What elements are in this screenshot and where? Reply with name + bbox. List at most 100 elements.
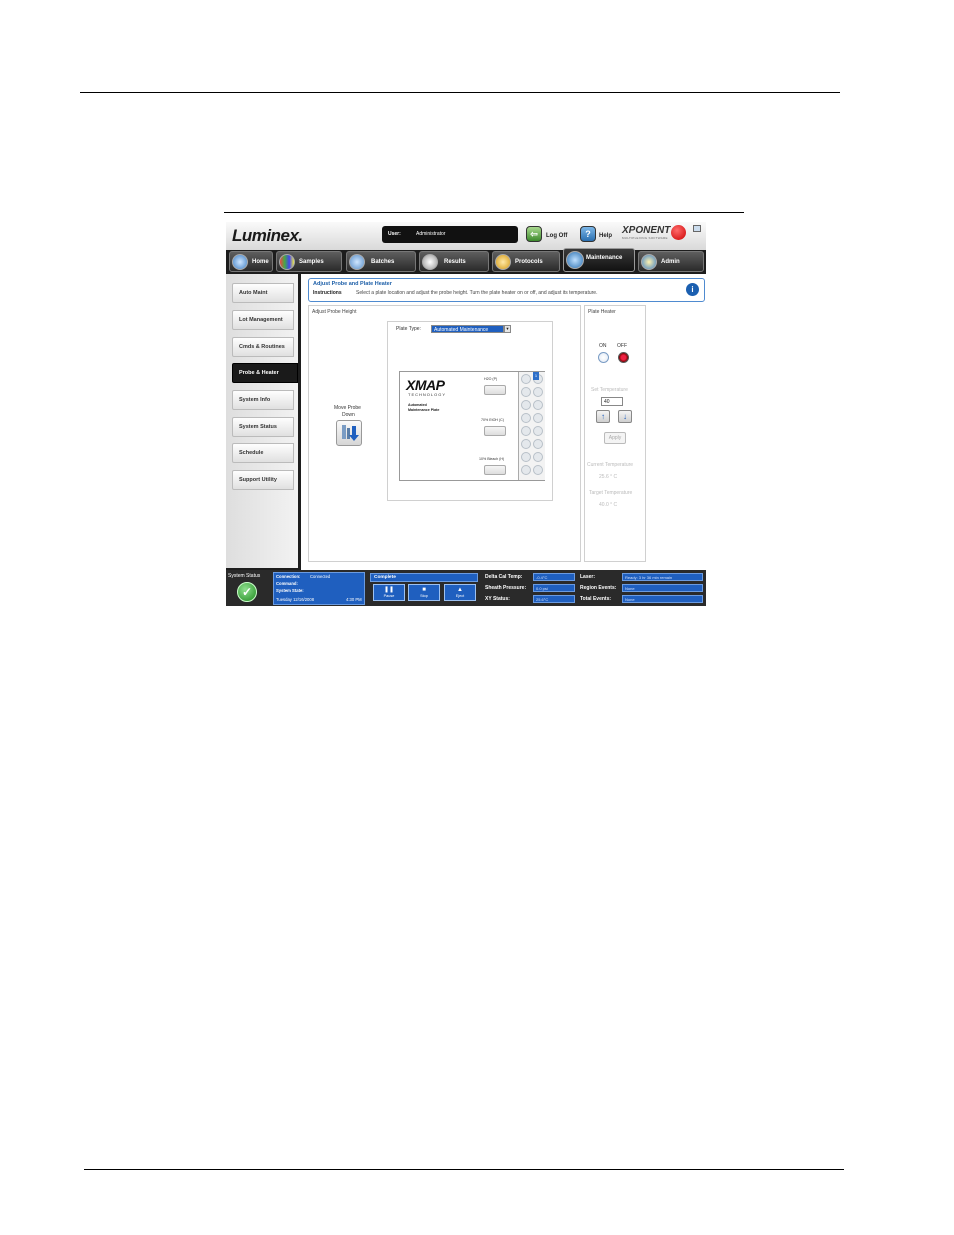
slot-water[interactable] — [484, 385, 506, 395]
logoff-button[interactable]: Log Off — [546, 233, 567, 239]
well[interactable] — [521, 465, 531, 475]
tab-home[interactable]: Home — [229, 251, 273, 272]
well[interactable] — [533, 426, 543, 436]
monitor-icon[interactable] — [693, 225, 701, 232]
well[interactable] — [521, 426, 531, 436]
slot-ethanol[interactable] — [484, 426, 506, 436]
set-temperature-label: Set Temperature — [591, 387, 628, 393]
heater-off-radio[interactable] — [618, 352, 629, 363]
adjust-probe-title: Adjust Probe Height — [312, 309, 357, 315]
pause-button[interactable]: ❚❚ Pause — [373, 584, 405, 601]
temperature-up-button[interactable]: ↑ — [596, 410, 610, 423]
maintenance-sidebar: Auto Maint Lot Management Cmds & Routine… — [226, 274, 298, 568]
figure-top-rule — [224, 212, 744, 213]
eject-icon: ▲ — [457, 587, 463, 593]
sidebar-item-label: Schedule — [239, 450, 264, 456]
xmap-logo: XMAP — [406, 377, 445, 393]
page-bottom-rule — [84, 1169, 844, 1170]
sidebar-item-label: Support Utility — [239, 477, 277, 483]
tab-results[interactable]: Results — [419, 251, 489, 272]
plate-desc-1: Automated — [408, 403, 427, 407]
maintenance-icon — [566, 251, 584, 269]
well[interactable] — [521, 439, 531, 449]
total-events-label: Total Events: — [580, 596, 612, 602]
plate-type-dropdown[interactable]: Automated Maintenance — [431, 325, 504, 333]
user-box: User: Administrator — [382, 226, 518, 243]
well[interactable] — [521, 387, 531, 397]
well[interactable] — [533, 387, 543, 397]
sidebar-item-lot-management[interactable]: Lot Management — [232, 310, 294, 330]
selected-well-marker: 1 — [533, 372, 539, 380]
tab-batches[interactable]: Batches — [346, 251, 416, 272]
info-icon[interactable]: i — [686, 283, 699, 296]
xponent-logo: XPONENT — [622, 225, 671, 236]
sidebar-item-label: Probe & Heater — [239, 370, 279, 376]
slot-bleach[interactable] — [484, 465, 506, 475]
tab-label: Batches — [371, 259, 395, 265]
eject-label: Eject — [455, 594, 465, 598]
admin-icon — [641, 254, 657, 270]
sidebar-item-label: Lot Management — [239, 317, 283, 323]
well[interactable] — [533, 452, 543, 462]
well[interactable] — [533, 465, 543, 475]
tab-protocols[interactable]: Protocols — [492, 251, 560, 272]
eject-button[interactable]: ▲ Eject — [444, 584, 476, 601]
tab-admin[interactable]: Admin — [638, 251, 704, 272]
tab-label: Maintenance — [586, 255, 623, 261]
help-icon[interactable]: ? — [580, 226, 596, 242]
sidebar-item-cmds-routines[interactable]: Cmds & Routines — [232, 337, 294, 357]
sidebar-item-support-utility[interactable]: Support Utility — [232, 470, 294, 490]
page-title: Adjust Probe and Plate Heater — [313, 281, 392, 287]
app-window: Luminex. User: Administrator ⇦ Log Off ?… — [226, 222, 706, 606]
chevron-down-icon[interactable]: ▼ — [504, 325, 511, 333]
tab-samples[interactable]: Samples — [276, 251, 342, 272]
sheath-pressure-value: 0.0 psi — [533, 584, 575, 592]
tab-maintenance[interactable]: Maintenance — [563, 248, 635, 272]
plate-area: Plate Type: Automated Maintenance ▼ XMAP… — [387, 321, 553, 501]
well[interactable] — [521, 400, 531, 410]
plate-heater-title: Plate Heater — [588, 309, 616, 315]
well[interactable] — [521, 413, 531, 423]
protocols-icon — [495, 254, 511, 270]
sheath-pressure-label: Sheath Pressure: — [485, 585, 527, 591]
well[interactable] — [533, 400, 543, 410]
move-probe-down-button[interactable] — [336, 420, 362, 446]
command-label: Command: — [276, 581, 298, 586]
instructions-text: Select a plate location and adjust the p… — [356, 290, 598, 296]
connection-value: Connected — [310, 574, 331, 579]
sidebar-item-label: System Info — [239, 397, 271, 403]
well[interactable] — [533, 413, 543, 423]
system-status-label: System Status — [228, 573, 261, 579]
move-probe-label-2: Down — [342, 412, 355, 418]
sidebar-item-auto-maint[interactable]: Auto Maint — [232, 283, 294, 303]
connection-box: Connection: Connected Command: System St… — [273, 572, 365, 605]
app-header: Luminex. User: Administrator ⇦ Log Off ?… — [226, 222, 706, 250]
help-button[interactable]: Help — [599, 233, 612, 239]
logoff-icon[interactable]: ⇦ — [526, 226, 542, 242]
sidebar-item-schedule[interactable]: Schedule — [232, 443, 294, 463]
well[interactable] — [521, 374, 531, 384]
well[interactable] — [533, 439, 543, 449]
region-events-value: None — [622, 584, 703, 592]
stop-label: Stop — [420, 594, 428, 598]
apply-button[interactable]: Apply — [604, 432, 626, 444]
laser-value: Ready: 3 hr 36 min remain — [622, 573, 703, 581]
well[interactable] — [521, 452, 531, 462]
adjust-probe-panel: Adjust Probe Height Plate Type: Automate… — [308, 305, 581, 562]
laser-label: Laser: — [580, 574, 596, 580]
sidebar-item-system-info[interactable]: System Info — [232, 390, 294, 410]
stop-button[interactable]: ■ Stop — [408, 584, 440, 601]
heater-on-label: ON — [599, 343, 607, 349]
tab-label: Protocols — [515, 259, 543, 265]
xponent-subtitle: MULTIPLEXING SOFTWARE — [622, 236, 668, 240]
sidebar-item-probe-heater[interactable]: Probe & Heater — [232, 363, 298, 383]
sidebar-item-system-status[interactable]: System Status — [232, 417, 294, 437]
batches-icon — [349, 254, 365, 270]
home-icon — [232, 254, 248, 270]
temperature-down-button[interactable]: ↓ — [618, 410, 632, 423]
maintenance-plate: XMAP TECHNOLOGY Automated Maintenance Pl… — [399, 371, 545, 481]
sidebar-item-label: Cmds & Routines — [239, 344, 285, 350]
set-temperature-input[interactable]: 40 — [601, 397, 623, 406]
samples-icon — [279, 254, 295, 270]
heater-on-radio[interactable] — [598, 352, 609, 363]
